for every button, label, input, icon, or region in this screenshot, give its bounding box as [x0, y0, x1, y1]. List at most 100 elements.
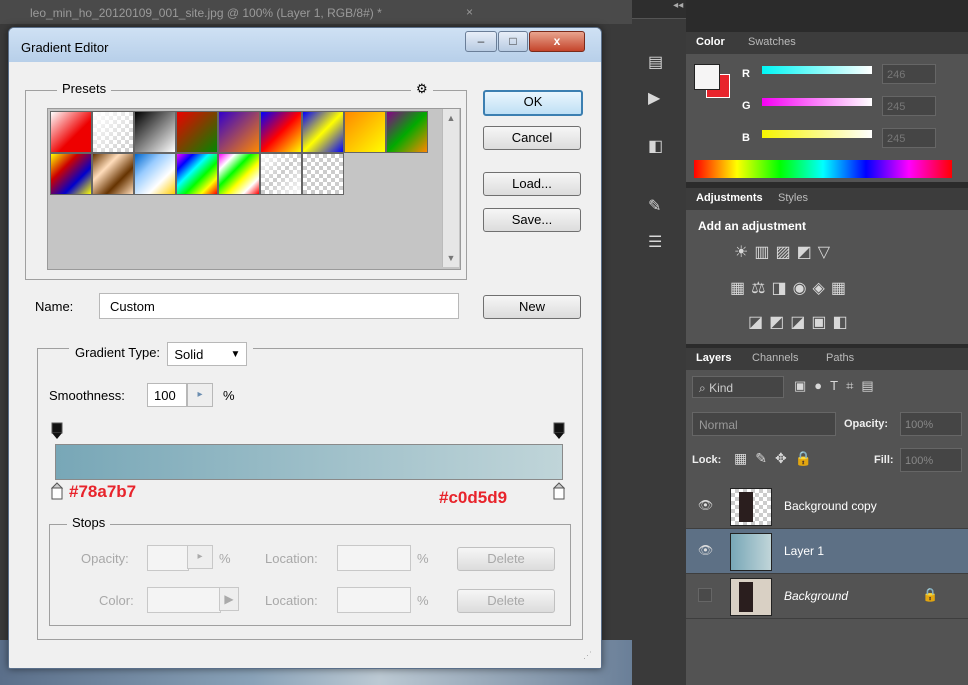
lock-icons[interactable]: ▦✎✥🔒: [734, 450, 820, 467]
smoothness-input[interactable]: 100: [147, 383, 187, 407]
maximize-button[interactable]: □: [498, 31, 528, 52]
smoothness-arrow-icon[interactable]: ▸: [187, 383, 213, 407]
channel-g-slider[interactable]: [762, 98, 872, 106]
preset-swatch[interactable]: [302, 111, 344, 153]
stop-opacity-location-unit: %: [417, 551, 429, 566]
tab-styles[interactable]: Styles: [778, 192, 808, 204]
adjustment-icons-row-3[interactable]: ◪◩◪▣◧: [748, 312, 854, 332]
actions-play-icon[interactable]: ▶: [648, 88, 660, 108]
layer-row-background-copy[interactable]: 👁 Background copy: [686, 484, 968, 529]
preset-swatch[interactable]: [134, 111, 176, 153]
layer-row-background[interactable]: Background 🔒: [686, 574, 968, 619]
stop-opacity-location-label: Location:: [265, 551, 318, 566]
minimize-button[interactable]: –: [465, 31, 497, 52]
layer-name[interactable]: Layer 1: [784, 544, 824, 558]
load-button[interactable]: Load...: [483, 172, 581, 196]
color-stop-left[interactable]: [50, 482, 64, 500]
dialog-title-bar[interactable]: Gradient Editor – □ x: [9, 28, 601, 62]
adjustment-icons-row-1[interactable]: ☀▥▨◩▽: [734, 242, 836, 262]
collapse-chevron-icon[interactable]: ◂◂: [632, 0, 686, 18]
preset-swatch[interactable]: [260, 111, 302, 153]
preset-swatch[interactable]: [260, 153, 302, 195]
opacity-field[interactable]: 100%: [900, 412, 962, 436]
preset-swatch[interactable]: [92, 153, 134, 195]
3d-icon[interactable]: ◧: [648, 136, 663, 156]
name-input[interactable]: Custom: [99, 293, 459, 319]
preset-swatch[interactable]: [50, 111, 92, 153]
brush-presets-icon[interactable]: ✎: [648, 196, 661, 216]
stop-color-location-input[interactable]: [337, 587, 411, 613]
preset-swatch[interactable]: [218, 153, 260, 195]
smoothness-label: Smoothness:: [49, 388, 125, 403]
layer-row-layer-1[interactable]: 👁 Layer 1: [686, 529, 968, 574]
tab-color[interactable]: Color: [696, 36, 725, 48]
adjustment-icons-row-2[interactable]: ▦⚖◨◉◈▦: [730, 278, 852, 298]
gradient-type-value: Solid: [174, 346, 204, 362]
gradient-type-select[interactable]: Solid ▼: [167, 341, 248, 366]
layer-name[interactable]: Background copy: [784, 499, 877, 513]
preset-swatch[interactable]: [92, 111, 134, 153]
tab-layers[interactable]: Layers: [696, 352, 731, 364]
channel-r-slider[interactable]: [762, 66, 872, 74]
preset-swatch[interactable]: [176, 153, 218, 195]
preset-swatch[interactable]: [218, 111, 260, 153]
stop-color-location-label: Location:: [265, 593, 318, 608]
save-button[interactable]: Save...: [483, 208, 581, 232]
foreground-color-swatch[interactable]: [694, 64, 720, 90]
tab-adjustments[interactable]: Adjustments: [696, 192, 763, 204]
channel-r-value[interactable]: 246: [882, 64, 936, 84]
document-tab-close-icon[interactable]: ×: [466, 5, 473, 19]
new-button[interactable]: New: [483, 295, 581, 319]
properties-icon[interactable]: ☰: [648, 232, 662, 252]
visibility-eye-icon[interactable]: 👁: [698, 498, 713, 512]
history-icon[interactable]: ▤: [648, 52, 663, 72]
opacity-stop-right[interactable]: [553, 422, 565, 440]
channel-b-label: B: [742, 132, 750, 144]
filter-kind-value: Kind: [709, 381, 734, 395]
resize-grip-icon[interactable]: ⋰: [583, 650, 597, 664]
stop-opacity-input[interactable]: [147, 545, 189, 571]
lock-label: Lock:: [692, 454, 722, 466]
gradient-editor-dialog: Gradient Editor – □ x Presets ⚙ ▲ ▼ OK C…: [8, 27, 602, 669]
preset-swatch[interactable]: [176, 111, 218, 153]
fill-field[interactable]: 100%: [900, 448, 962, 472]
color-spectrum-bar[interactable]: [694, 160, 952, 178]
stop-opacity-location-input[interactable]: [337, 545, 411, 571]
stop-color-arrow-icon[interactable]: ▶: [219, 587, 239, 611]
channel-b-value[interactable]: 245: [882, 128, 936, 148]
opacity-stop-left[interactable]: [51, 422, 63, 440]
preset-swatch[interactable]: [50, 153, 92, 195]
preset-swatch[interactable]: [344, 111, 386, 153]
presets-gear-icon[interactable]: ⚙: [411, 81, 433, 97]
cancel-button[interactable]: Cancel: [483, 126, 581, 150]
preset-swatch[interactable]: [302, 153, 344, 195]
stop-opacity-arrow-icon[interactable]: ▸: [187, 545, 213, 569]
stop-color-location-unit: %: [417, 593, 429, 608]
gradient-type-row: Gradient Type: Solid ▼: [69, 338, 254, 368]
document-tab-title[interactable]: leo_min_ho_20120109_001_site.jpg @ 100% …: [30, 6, 382, 20]
gradient-preview-bar[interactable]: [55, 444, 563, 480]
ok-button[interactable]: OK: [483, 90, 583, 116]
lock-icon: 🔒: [922, 587, 939, 602]
channel-b-slider[interactable]: [762, 130, 872, 138]
layer-filter-icons[interactable]: ▣●T⌗▤: [794, 378, 882, 394]
channel-g-value[interactable]: 245: [882, 96, 936, 116]
tab-paths[interactable]: Paths: [826, 352, 854, 364]
close-button[interactable]: x: [529, 31, 585, 52]
layer-filter-kind[interactable]: ⌕ Kind: [692, 376, 784, 398]
tab-channels[interactable]: Channels: [752, 352, 798, 364]
delete-color-stop-button[interactable]: Delete: [457, 589, 555, 613]
preset-swatch[interactable]: [386, 111, 428, 153]
presets-scrollbar[interactable]: ▲ ▼: [442, 109, 459, 267]
stop-color-swatch[interactable]: [147, 587, 221, 613]
delete-opacity-stop-button[interactable]: Delete: [457, 547, 555, 571]
layer-name[interactable]: Background: [784, 589, 848, 603]
blend-mode-select[interactable]: Normal: [692, 412, 836, 436]
stop-opacity-unit: %: [219, 551, 231, 566]
color-stop-right[interactable]: [552, 482, 566, 500]
visibility-toggle-off[interactable]: [698, 588, 712, 602]
tab-swatches[interactable]: Swatches: [748, 36, 796, 48]
visibility-eye-icon[interactable]: 👁: [698, 543, 713, 557]
channel-r-label: R: [742, 68, 750, 80]
preset-swatch[interactable]: [134, 153, 176, 195]
